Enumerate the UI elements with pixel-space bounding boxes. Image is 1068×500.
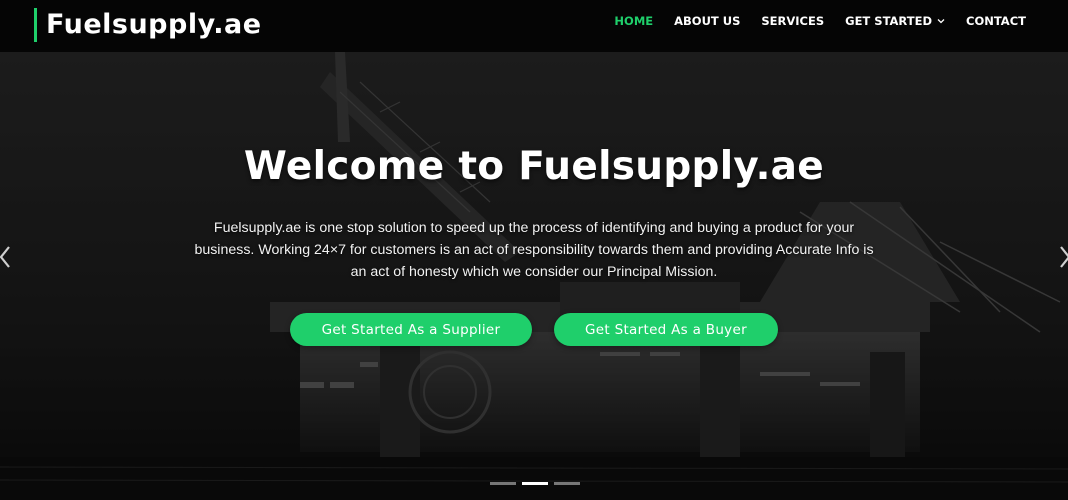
nav-item-home[interactable]: HOME [614, 14, 653, 28]
chevron-down-icon [937, 19, 945, 24]
slide-indicator-2[interactable] [522, 482, 548, 485]
hero-content: Welcome to Fuelsupply.ae Fuelsupply.ae i… [0, 52, 1068, 500]
nav-label-services: SERVICES [761, 14, 825, 28]
hero-description: Fuelsupply.ae is one stop solution to sp… [194, 220, 874, 280]
chevron-right-icon[interactable] [1058, 244, 1068, 270]
nav-label-home: HOME [614, 14, 654, 28]
main-nav: HOME ABOUT US SERVICES GET STARTED CONTA… [593, 0, 1026, 42]
get-started-supplier-button[interactable]: Get Started As a Supplier [290, 313, 532, 346]
slide-indicator-3[interactable] [554, 482, 580, 485]
hero-title: Welcome to Fuelsupply.ae [243, 144, 825, 189]
slider-indicators [490, 482, 580, 485]
site-logo[interactable]: Fuelsupply.ae [34, 8, 262, 42]
nav-item-get-started[interactable]: GET STARTED [845, 14, 945, 28]
hero-slider: Welcome to Fuelsupply.ae Fuelsupply.ae i… [0, 52, 1068, 500]
nav-item-services[interactable]: SERVICES [761, 14, 824, 28]
nav-label-about-us: ABOUT US [674, 14, 741, 28]
nav-item-contact[interactable]: CONTACT [966, 14, 1026, 28]
nav-item-about-us[interactable]: ABOUT US [674, 14, 740, 28]
get-started-buyer-button[interactable]: Get Started As a Buyer [554, 313, 778, 346]
chevron-left-icon[interactable] [0, 244, 12, 270]
nav-label-get-started: GET STARTED [845, 14, 933, 28]
site-header: Fuelsupply.ae HOME ABOUT US SERVICES GET… [0, 0, 1068, 52]
slide-indicator-1[interactable] [490, 482, 516, 485]
nav-label-contact: CONTACT [966, 14, 1026, 28]
